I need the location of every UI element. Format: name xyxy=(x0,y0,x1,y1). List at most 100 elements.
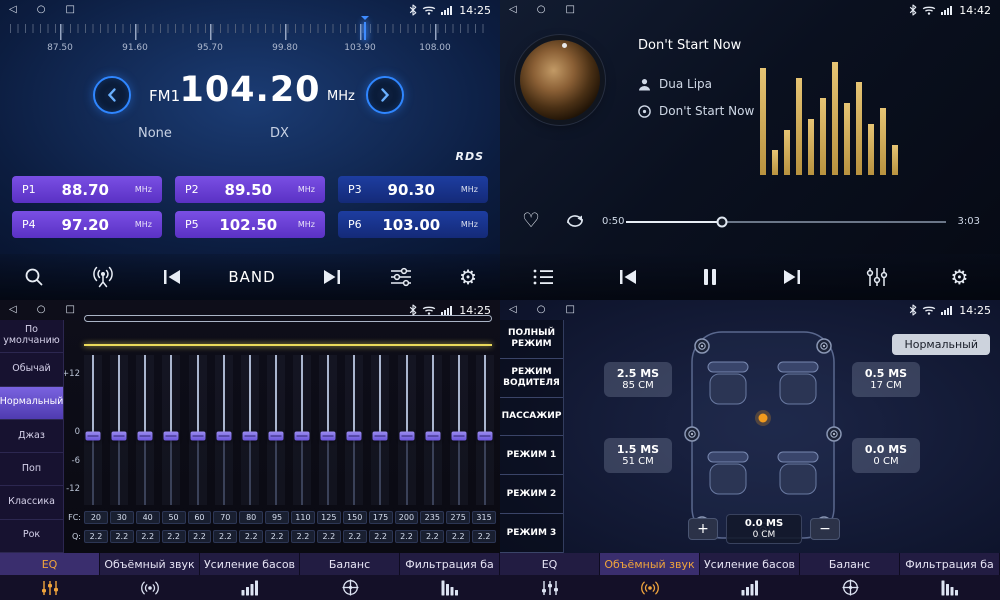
home-icon[interactable]: ○ xyxy=(37,300,46,320)
equalizer-button[interactable] xyxy=(866,267,888,287)
eq-band-knob[interactable] xyxy=(425,432,440,441)
radio-preset-button[interactable]: P6 103.00 MHz xyxy=(338,211,488,238)
speaker-delay[interactable]: 1.5 MS 51 CM xyxy=(604,438,672,473)
eq-band-knob[interactable] xyxy=(399,432,414,441)
surround-tab-icon-cell[interactable] xyxy=(100,575,200,600)
sound-tab[interactable]: Объёмный звук xyxy=(100,553,200,575)
eq-band-knob[interactable] xyxy=(112,432,127,441)
search-button[interactable] xyxy=(23,266,45,288)
bass-boost-tab-icon-cell[interactable] xyxy=(700,575,800,600)
home-icon[interactable]: ○ xyxy=(37,0,46,20)
band-button[interactable]: BAND xyxy=(228,268,275,286)
sound-tab[interactable]: Баланс xyxy=(300,553,400,575)
eq-preset-item[interactable]: Рок xyxy=(0,520,63,553)
back-icon[interactable]: ◁ xyxy=(9,300,17,320)
favorite-button[interactable]: ♡ xyxy=(522,210,540,230)
eq-band-slider[interactable] xyxy=(319,355,337,505)
eq-band-slider[interactable] xyxy=(476,355,494,505)
listening-mode-item[interactable]: РЕЖИМ 1 xyxy=(500,436,563,475)
eq-band-knob[interactable] xyxy=(347,432,362,441)
recents-icon[interactable]: □ xyxy=(65,0,74,20)
eq-band-knob[interactable] xyxy=(373,432,388,441)
eq-preset-item[interactable]: Классика xyxy=(0,486,63,519)
radio-preset-button[interactable]: P2 89.50 MHz xyxy=(175,176,325,203)
speaker-delay[interactable]: 0.0 MS 0 CM xyxy=(852,438,920,473)
bass-boost-tab-icon-cell[interactable] xyxy=(200,575,300,600)
surround-preset-button[interactable]: Нормальный xyxy=(892,334,990,355)
eq-band-knob[interactable] xyxy=(321,432,336,441)
eq-preset-item[interactable]: По умолчанию xyxy=(0,320,63,353)
repeat-button[interactable] xyxy=(564,213,586,233)
eq-band-knob[interactable] xyxy=(86,432,101,441)
home-icon[interactable]: ○ xyxy=(537,300,546,320)
filter-tab-icon-cell[interactable] xyxy=(900,575,1000,600)
eq-band-knob[interactable] xyxy=(138,432,153,441)
sound-tab[interactable]: Объёмный звук xyxy=(600,553,700,575)
radio-preset-button[interactable]: P5 102.50 MHz xyxy=(175,211,325,238)
pause-button[interactable] xyxy=(702,268,718,286)
sound-tab[interactable]: Усиление басов xyxy=(200,553,300,575)
listening-mode-item[interactable]: ПАССАЖИР xyxy=(500,398,563,437)
eq-band-knob[interactable] xyxy=(477,432,492,441)
radio-preset-button[interactable]: P3 90.30 MHz xyxy=(338,176,488,203)
eq-band-knob[interactable] xyxy=(164,432,179,441)
eq-band-knob[interactable] xyxy=(242,432,257,441)
balance-tab-icon-cell[interactable] xyxy=(300,575,400,600)
eq-band-slider[interactable] xyxy=(241,355,259,505)
surround-tab-icon-cell[interactable] xyxy=(600,575,700,600)
next-track-button[interactable] xyxy=(781,268,803,286)
sound-tab[interactable]: Фильтрация ба xyxy=(900,553,1000,575)
sound-tab[interactable]: EQ xyxy=(0,553,100,575)
sound-tab[interactable]: Баланс xyxy=(800,553,900,575)
eq-band-slider[interactable] xyxy=(162,355,180,505)
listening-mode-item[interactable]: ПОЛНЫЙ РЕЖИМ xyxy=(500,320,563,359)
radio-preset-button[interactable]: P1 88.70 MHz xyxy=(12,176,162,203)
eq-tab-icon-cell[interactable] xyxy=(500,575,600,600)
eq-preset-item[interactable]: Джаз xyxy=(0,420,63,453)
settings-button[interactable]: ⚙ xyxy=(459,267,477,287)
eq-band-slider[interactable] xyxy=(215,355,233,505)
delay-increase-button[interactable]: + xyxy=(688,518,718,540)
eq-band-slider[interactable] xyxy=(84,355,102,505)
settings-button[interactable]: ⚙ xyxy=(951,267,969,287)
speaker-delay[interactable]: 0.5 MS 17 CM xyxy=(852,362,920,397)
eq-band-slider[interactable] xyxy=(371,355,389,505)
eq-band-knob[interactable] xyxy=(216,432,231,441)
eq-preset-item[interactable]: Поп xyxy=(0,453,63,486)
recents-icon[interactable]: □ xyxy=(565,300,574,320)
eq-preset-item[interactable]: Обычай xyxy=(0,353,63,386)
previous-track-button[interactable] xyxy=(617,268,639,286)
recents-icon[interactable]: □ xyxy=(65,300,74,320)
progress-slider[interactable] xyxy=(626,221,946,223)
eq-band-slider[interactable] xyxy=(424,355,442,505)
eq-band-knob[interactable] xyxy=(451,432,466,441)
back-icon[interactable]: ◁ xyxy=(509,300,517,320)
eq-band-slider[interactable] xyxy=(345,355,363,505)
eq-band-slider[interactable] xyxy=(136,355,154,505)
eq-preset-item[interactable]: Нормальный xyxy=(0,387,63,420)
frequency-ruler[interactable]: 87.5091.6095.7099.80103.90108.00 xyxy=(10,24,490,62)
tune-down-button[interactable] xyxy=(93,76,131,114)
prev-station-button[interactable] xyxy=(161,268,183,286)
eq-band-knob[interactable] xyxy=(295,432,310,441)
listening-mode-item[interactable]: РЕЖИМ 3 xyxy=(500,514,563,553)
eq-band-slider[interactable] xyxy=(267,355,285,505)
next-station-button[interactable] xyxy=(321,268,343,286)
eq-band-slider[interactable] xyxy=(398,355,416,505)
progress-knob[interactable] xyxy=(717,217,728,228)
listening-mode-item[interactable]: РЕЖИМ ВОДИТЕЛЯ xyxy=(500,359,563,398)
sound-tab[interactable]: Усиление басов xyxy=(700,553,800,575)
playlist-button[interactable] xyxy=(532,268,554,286)
audio-mixer-button[interactable] xyxy=(389,267,413,287)
eq-band-knob[interactable] xyxy=(268,432,283,441)
filter-tab-icon-cell[interactable] xyxy=(400,575,500,600)
eq-band-slider[interactable] xyxy=(293,355,311,505)
eq-band-knob[interactable] xyxy=(190,432,205,441)
recents-icon[interactable]: □ xyxy=(565,0,574,20)
home-icon[interactable]: ○ xyxy=(537,0,546,20)
sound-tab[interactable]: EQ xyxy=(500,553,600,575)
broadcast-scan-button[interactable] xyxy=(91,266,115,288)
back-icon[interactable]: ◁ xyxy=(509,0,517,20)
back-icon[interactable]: ◁ xyxy=(9,0,17,20)
eq-band-slider[interactable] xyxy=(450,355,468,505)
